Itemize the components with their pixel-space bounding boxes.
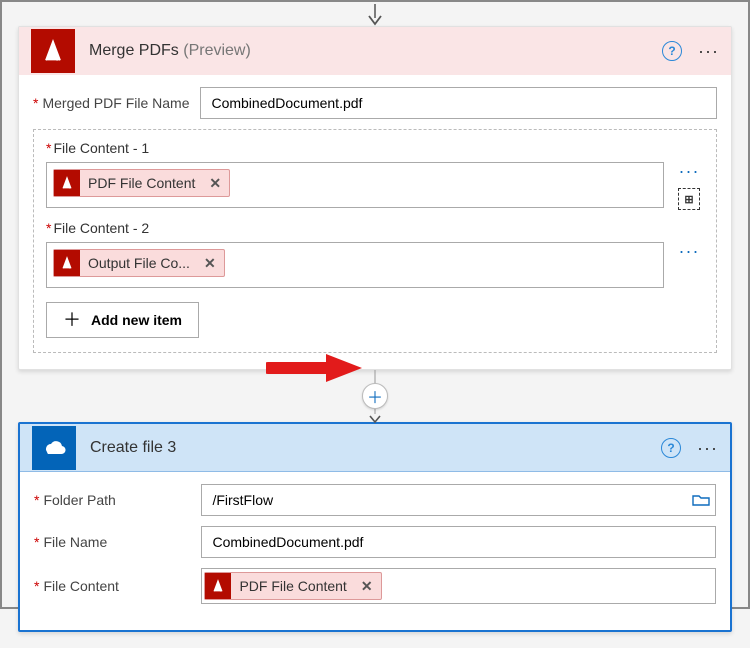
folder-path-input[interactable]	[202, 485, 686, 515]
file-content-2-label: *File Content - 2	[46, 220, 704, 236]
card-title: Create file 3	[90, 439, 647, 457]
item-menu-button[interactable]: ···	[679, 162, 700, 180]
token-pdf-file-content[interactable]: PDF File Content ✕	[53, 169, 230, 197]
folder-path-label: Folder Path	[43, 492, 199, 508]
onedrive-icon	[32, 426, 76, 470]
file-name-label: File Name	[43, 534, 199, 550]
card-title-text: Merge PDFs	[89, 42, 179, 59]
merged-pdf-name-row: * Merged PDF File Name	[33, 87, 717, 119]
adobe-icon	[54, 170, 80, 196]
item-menu-button[interactable]: ···	[679, 242, 700, 260]
file-content-label: File Content	[43, 578, 199, 594]
token-label: Output File Co...	[88, 255, 190, 271]
folder-picker-icon[interactable]	[687, 493, 715, 507]
file-name-input[interactable]	[202, 527, 715, 557]
card-header-merge-pdfs[interactable]: Merge PDFs (Preview) ? ···	[19, 27, 731, 75]
file-content-1-label: *File Content - 1	[46, 140, 704, 156]
add-item-label: Add new item	[91, 312, 182, 328]
adobe-icon	[31, 29, 75, 73]
add-new-item-button[interactable]: ＋ Add new item	[46, 302, 199, 338]
token-pdf-file-content[interactable]: PDF File Content ✕	[204, 572, 381, 600]
card-merge-pdfs: Merge PDFs (Preview) ? ··· * Merged PDF …	[18, 26, 732, 370]
folder-path-row: * Folder Path	[34, 484, 716, 516]
token-label: PDF File Content	[88, 175, 195, 191]
token-remove-icon[interactable]: ✕	[361, 578, 373, 595]
token-output-file-content[interactable]: Output File Co... ✕	[53, 249, 225, 277]
card-menu-button[interactable]: ···	[698, 42, 719, 60]
adobe-icon	[54, 250, 80, 276]
merged-pdf-name-input[interactable]	[201, 88, 716, 118]
preview-tag: (Preview)	[183, 42, 251, 59]
chevron-down-icon	[368, 414, 382, 424]
merged-pdf-name-input-shell[interactable]	[200, 87, 717, 119]
file-content-2-input[interactable]: Output File Co... ✕	[46, 242, 664, 288]
connector-arrow-top	[18, 2, 732, 26]
folder-path-input-shell[interactable]	[201, 484, 716, 516]
file-name-input-shell[interactable]	[201, 526, 716, 558]
file-name-row: * File Name	[34, 526, 716, 558]
required-marker: *	[33, 95, 38, 111]
file-content-row: * File Content PDF File Content ✕	[34, 568, 716, 604]
help-icon[interactable]: ?	[661, 438, 681, 458]
file-content-1-input[interactable]: PDF File Content ✕	[46, 162, 664, 208]
file-content-input-shell[interactable]: PDF File Content ✕	[201, 568, 716, 604]
adobe-icon	[205, 573, 231, 599]
token-remove-icon[interactable]: ✕	[204, 255, 216, 272]
merged-pdf-name-label: Merged PDF File Name	[42, 95, 198, 111]
token-label: PDF File Content	[239, 578, 346, 594]
plus-icon: ＋	[63, 311, 81, 329]
card-title: Merge PDFs (Preview)	[89, 42, 648, 60]
card-header-create-file[interactable]: Create file 3 ? ···	[20, 424, 730, 472]
file-content-repeater: *File Content - 1 PDF File Content ✕	[33, 129, 717, 353]
switch-to-array-icon[interactable]: ⊞	[678, 188, 700, 210]
card-create-file-3: Create file 3 ? ··· * Folder Path *	[18, 422, 732, 632]
token-remove-icon[interactable]: ✕	[209, 175, 221, 192]
insert-step-button[interactable]: ＋	[362, 383, 388, 409]
insert-step-connector: ＋	[18, 370, 732, 422]
card-title-text: Create file 3	[90, 439, 176, 456]
card-menu-button[interactable]: ···	[697, 439, 718, 457]
help-icon[interactable]: ?	[662, 41, 682, 61]
